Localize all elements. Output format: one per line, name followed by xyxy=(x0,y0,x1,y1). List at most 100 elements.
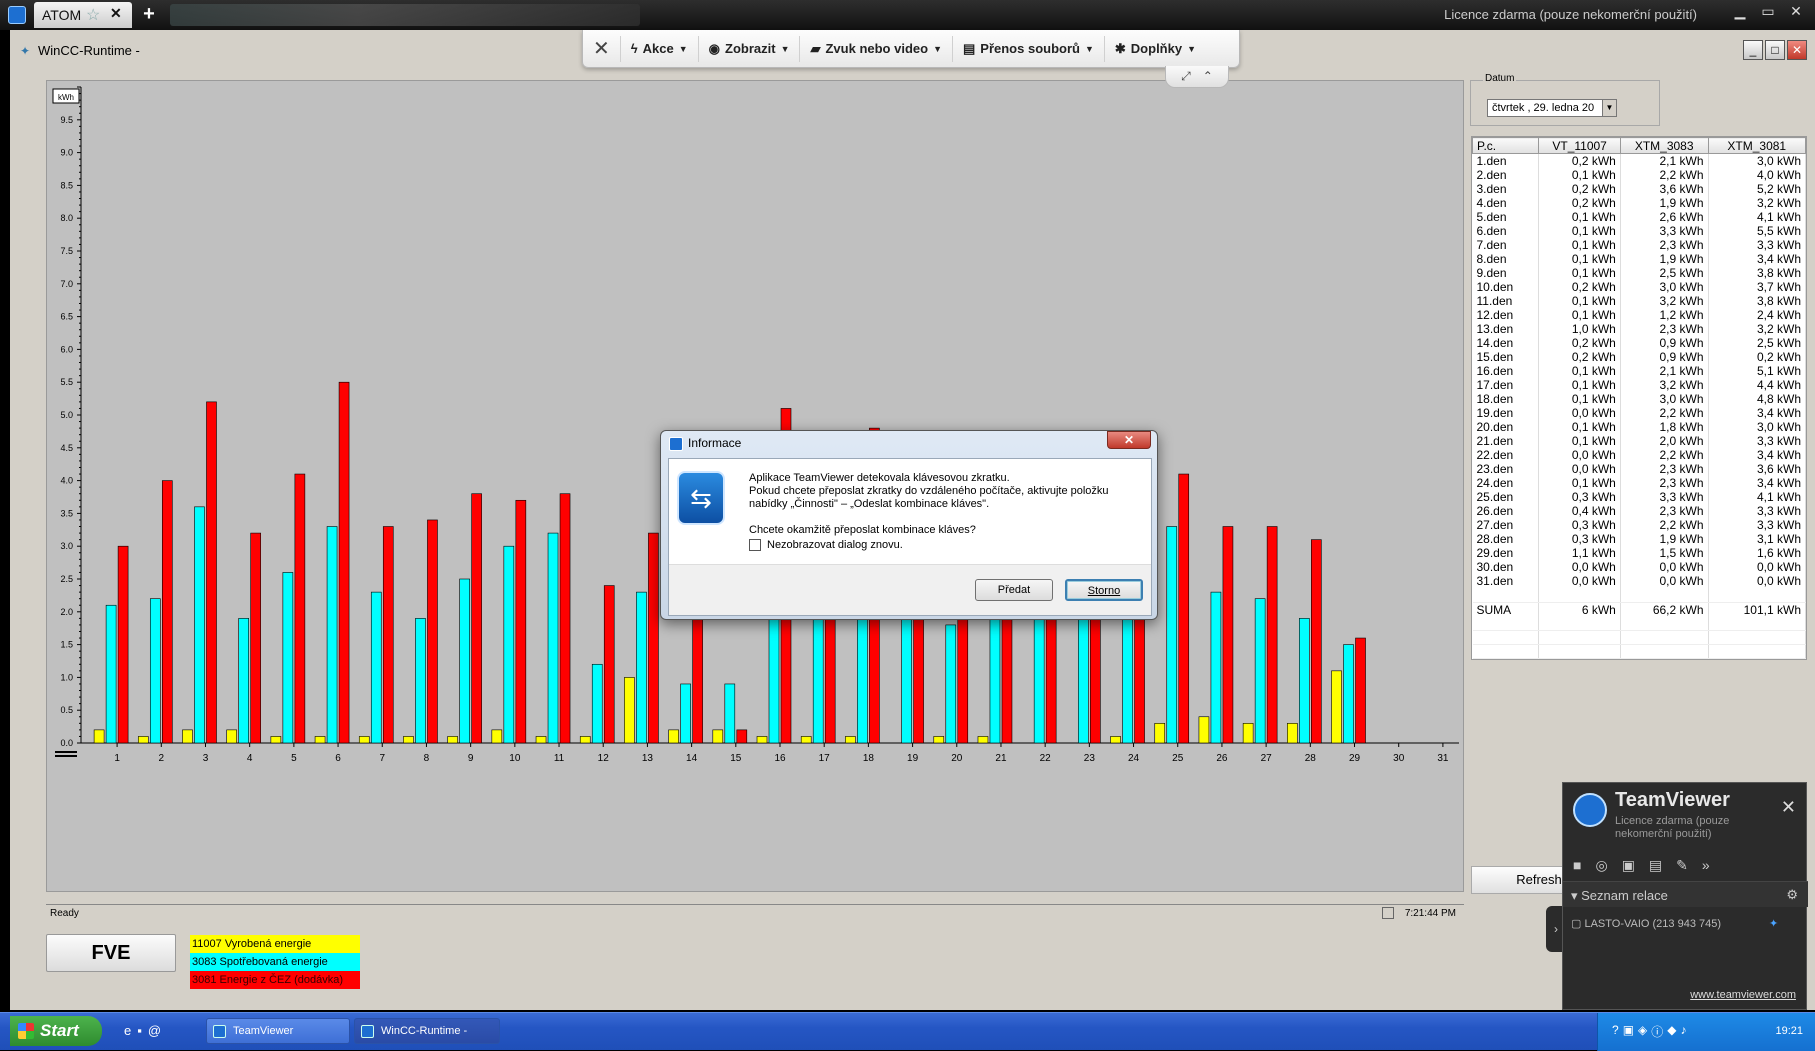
info-icon[interactable]: ⓘ xyxy=(1651,1023,1663,1040)
taskbar-item-wincc[interactable]: WinCC-Runtime - xyxy=(354,1018,500,1044)
collapse-icon[interactable]: ⌃ xyxy=(1203,66,1213,87)
star-icon[interactable]: ☆ xyxy=(86,5,100,25)
empty-cell xyxy=(1620,644,1709,659)
checkbox[interactable] xyxy=(749,539,761,551)
chat-icon[interactable]: ▣ xyxy=(1622,857,1635,874)
table-row[interactable]: 8.den 0,1 kWh 1,9 kWh 3,4 kWh xyxy=(1472,252,1807,266)
new-tab-button[interactable]: + xyxy=(138,4,160,26)
table-row[interactable]: 29.den 1,1 kWh 1,5 kWh 1,6 kWh xyxy=(1472,546,1807,560)
tab-atom[interactable]: ATOM ☆ ✕ xyxy=(34,2,132,28)
dialog-close-button[interactable]: ✕ xyxy=(1107,431,1151,449)
menu-akce[interactable]: ϟ Akce ▼ xyxy=(621,35,699,62)
browser-icon[interactable]: e xyxy=(124,1023,131,1038)
x-tick-label: 8 xyxy=(424,753,430,764)
table-row[interactable]: 2.den 0,1 kWh 2,2 kWh 4,0 kWh xyxy=(1472,168,1807,182)
table-row[interactable]: 21.den 0,1 kWh 2,0 kWh 3,3 kWh xyxy=(1472,434,1807,448)
legend-marker xyxy=(55,751,77,753)
value-cell: 2,1 kWh xyxy=(1620,153,1709,168)
headset-icon[interactable]: ◎ xyxy=(1595,857,1607,874)
x-tick-label: 22 xyxy=(1040,753,1052,764)
table-row[interactable]: 16.den 0,1 kWh 2,1 kWh 5,1 kWh xyxy=(1472,364,1807,378)
table-row[interactable]: 7.den 0,1 kWh 2,3 kWh 3,3 kWh xyxy=(1472,238,1807,252)
table-row[interactable]: 26.den 0,4 kWh 2,3 kWh 3,3 kWh xyxy=(1472,504,1807,518)
column-header[interactable]: P.c. xyxy=(1471,137,1540,154)
security-icon[interactable]: ◈ xyxy=(1638,1023,1647,1040)
table-row[interactable]: 22.den 0,0 kWh 2,2 kWh 3,4 kWh xyxy=(1472,448,1807,462)
tools-icon[interactable]: ✎ xyxy=(1676,857,1688,874)
maximize-icon[interactable]: ▭ xyxy=(1757,3,1779,21)
table-row[interactable]: 23.den 0,0 kWh 2,3 kWh 3,6 kWh xyxy=(1472,462,1807,476)
update-icon[interactable]: ◆ xyxy=(1667,1023,1676,1040)
close-button[interactable]: ✕ xyxy=(1787,40,1807,60)
teamviewer-link[interactable]: www.teamviewer.com xyxy=(1690,989,1796,1001)
close-icon[interactable]: ✕ xyxy=(1785,3,1807,21)
bar xyxy=(591,663,603,744)
column-header[interactable]: XTM_3081 xyxy=(1707,137,1807,154)
minimize-icon[interactable]: ▁ xyxy=(1729,3,1751,21)
cancel-button[interactable]: Storno xyxy=(1065,579,1143,601)
table-row[interactable]: 12.den 0,1 kWh 1,2 kWh 2,4 kWh xyxy=(1472,308,1807,322)
file-icon[interactable]: ▤ xyxy=(1649,857,1662,874)
table-row[interactable]: 1.den 0,2 kWh 2,1 kWh 3,0 kWh xyxy=(1472,153,1807,168)
pass-button[interactable]: Předat xyxy=(975,579,1053,601)
column-header[interactable]: XTM_3083 xyxy=(1619,137,1709,154)
table-row[interactable]: 18.den 0,1 kWh 3,0 kWh 4,8 kWh xyxy=(1472,392,1807,406)
bar xyxy=(712,729,724,744)
table-row[interactable]: 25.den 0,3 kWh 3,3 kWh 4,1 kWh xyxy=(1472,490,1807,504)
menu-prenos[interactable]: ▤ Přenos souborů ▼ xyxy=(953,35,1105,62)
table-row[interactable]: 11.den 0,1 kWh 3,2 kWh 3,8 kWh xyxy=(1472,294,1807,308)
table-row[interactable]: 14.den 0,2 kWh 0,9 kWh 2,5 kWh xyxy=(1472,336,1807,350)
session-item[interactable]: ▢ LASTO-VAIO (213 943 745) ✦ xyxy=(1571,917,1778,930)
start-button[interactable]: Start xyxy=(10,1016,102,1046)
y-tick-label: 0.0 xyxy=(60,738,73,748)
table-row[interactable]: 24.den 0,1 kWh 2,3 kWh 3,4 kWh xyxy=(1472,476,1807,490)
maximize-button[interactable]: □ xyxy=(1765,40,1785,60)
close-icon[interactable]: ✕ xyxy=(110,5,122,22)
teamviewer-app-icon[interactable] xyxy=(8,6,26,24)
table-row[interactable]: 27.den 0,3 kWh 2,2 kWh 3,3 kWh xyxy=(1472,518,1807,532)
table-row[interactable]: 31.den 0,0 kWh 0,0 kWh 0,0 kWh xyxy=(1472,574,1807,588)
toolbar-close-button[interactable]: ✕ xyxy=(583,35,621,62)
table-row[interactable]: 17.den 0,1 kWh 3,2 kWh 4,4 kWh xyxy=(1472,378,1807,392)
help-icon[interactable]: ? xyxy=(1612,1023,1619,1040)
date-picker[interactable]: čtvrtek , 29. ledna 20 ▼ xyxy=(1487,99,1617,117)
taskbar-item-teamviewer[interactable]: TeamViewer xyxy=(206,1018,350,1044)
menu-zobrazit[interactable]: ◉ Zobrazit ▼ xyxy=(699,35,801,62)
menu-label: Přenos souborů xyxy=(980,41,1080,56)
table-row[interactable]: 15.den 0,2 kWh 0,9 kWh 0,2 kWh xyxy=(1472,350,1807,364)
fve-button[interactable]: FVE xyxy=(46,934,176,972)
network-icon[interactable]: ▣ xyxy=(1623,1023,1634,1040)
table-row[interactable]: 6.den 0,1 kWh 3,3 kWh 5,5 kWh xyxy=(1472,224,1807,238)
ie-icon[interactable]: @ xyxy=(148,1023,161,1038)
dont-show-checkbox[interactable]: Nezobrazovat dialog znovu. xyxy=(749,539,903,551)
gear-icon[interactable]: ⚙ xyxy=(1786,887,1798,903)
toolbar-subtool: ⤢ ⌃ xyxy=(1165,66,1229,88)
session-list-header[interactable]: ▾ Seznam relace ⚙ xyxy=(1563,881,1808,907)
close-icon[interactable]: ✕ xyxy=(1781,797,1796,818)
table-row[interactable]: 4.den 0,2 kWh 1,9 kWh 3,2 kWh xyxy=(1472,196,1807,210)
more-icon[interactable]: » xyxy=(1702,857,1710,874)
chevron-down-icon[interactable]: ▼ xyxy=(1602,100,1616,116)
menu-zvuk[interactable]: ▰ Zvuk nebo video ▼ xyxy=(800,35,953,62)
save-icon[interactable]: ▪ xyxy=(137,1023,142,1038)
column-header[interactable]: VT_11007 xyxy=(1538,137,1621,154)
table-row[interactable]: 20.den 0,1 kWh 1,8 kWh 3,0 kWh xyxy=(1472,420,1807,434)
menu-doplnky[interactable]: ✱ Doplňky ▼ xyxy=(1105,36,1206,62)
table-row[interactable]: 28.den 0,3 kWh 1,9 kWh 3,1 kWh xyxy=(1472,532,1807,546)
table-row[interactable]: 5.den 0,1 kWh 2,6 kWh 4,1 kWh xyxy=(1472,210,1807,224)
table-row[interactable]: 10.den 0,2 kWh 3,0 kWh 3,7 kWh xyxy=(1472,280,1807,294)
table-row[interactable]: 3.den 0,2 kWh 3,6 kWh 5,2 kWh xyxy=(1472,182,1807,196)
table-row[interactable]: 19.den 0,0 kWh 2,2 kWh 3,4 kWh xyxy=(1472,406,1807,420)
table-row[interactable]: 13.den 1,0 kWh 2,3 kWh 3,2 kWh xyxy=(1472,322,1807,336)
menu-label: Doplňky xyxy=(1130,41,1183,56)
value-cell: 2,4 kWh xyxy=(1708,308,1807,322)
minimize-button[interactable]: _ xyxy=(1743,40,1763,60)
fullscreen-icon[interactable]: ⤢ xyxy=(1181,66,1191,87)
table-row[interactable]: 9.den 0,1 kWh 2,5 kWh 3,8 kWh xyxy=(1472,266,1807,280)
video-icon[interactable]: ■ xyxy=(1573,857,1581,874)
volume-icon[interactable]: ♪ xyxy=(1681,1023,1687,1040)
value-cell: 2,3 kWh xyxy=(1620,476,1709,490)
table-row[interactable]: 30.den 0,0 kWh 0,0 kWh 0,0 kWh xyxy=(1472,560,1807,574)
value-cell: 0,2 kWh xyxy=(1538,280,1621,294)
pin-icon[interactable]: ✦ xyxy=(1769,917,1778,930)
